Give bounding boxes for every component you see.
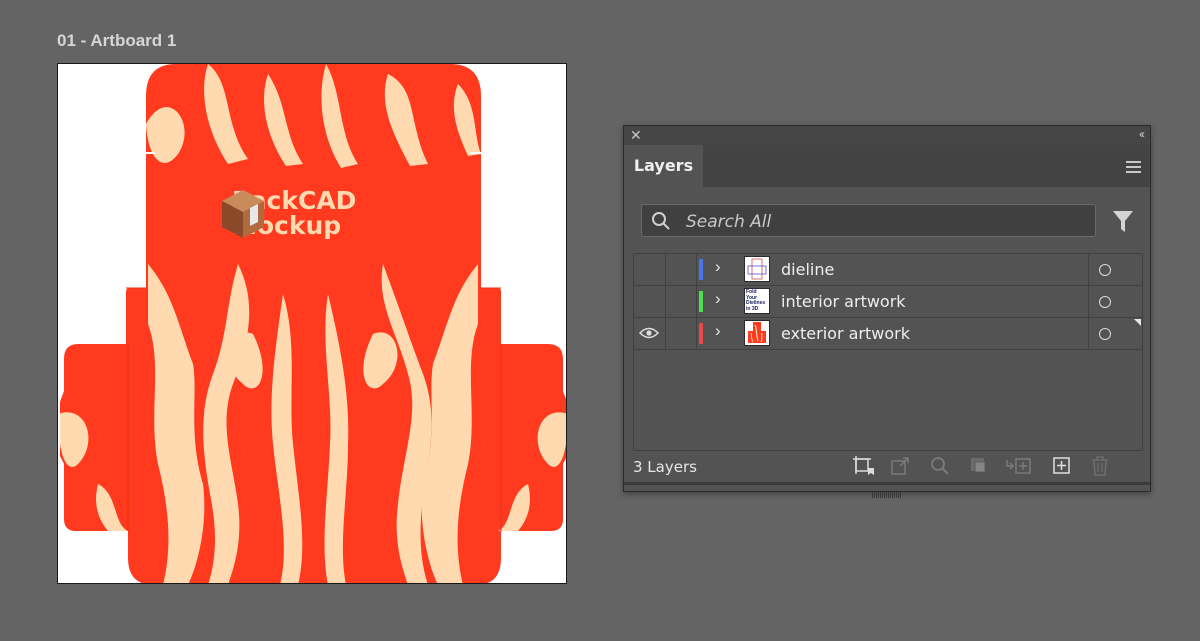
search-icon bbox=[652, 212, 670, 230]
panel-resize-grip[interactable] bbox=[872, 485, 902, 498]
collect-for-export-icon[interactable] bbox=[853, 456, 875, 476]
artboard-title: 01 - Artboard 1 bbox=[57, 31, 177, 50]
layer-color-indicator bbox=[699, 323, 703, 344]
layer-name[interactable]: exterior artwork bbox=[781, 324, 910, 343]
search-input[interactable] bbox=[684, 209, 1088, 235]
chevron-right-icon[interactable]: › bbox=[715, 257, 721, 277]
create-sublayer-icon[interactable] bbox=[1006, 456, 1032, 476]
interior-thumbnail: Fold Your Dielines in 3D bbox=[744, 288, 770, 314]
close-icon[interactable]: ✕ bbox=[630, 127, 642, 144]
chevron-right-icon[interactable]: › bbox=[715, 321, 721, 341]
exterior-thumbnail bbox=[744, 320, 770, 346]
layer-row-dieline[interactable]: › dieline bbox=[634, 254, 1142, 286]
packcad-logo: PackCAD Mockup bbox=[220, 188, 356, 238]
delete-icon[interactable] bbox=[1091, 456, 1109, 476]
interior-thumbnail-text: Fold Your Dielines in 3D bbox=[746, 289, 766, 312]
export-icon[interactable] bbox=[890, 456, 910, 476]
artboard[interactable]: PackCAD Mockup bbox=[57, 63, 567, 584]
layer-name[interactable]: dieline bbox=[781, 260, 834, 279]
eye-icon[interactable] bbox=[639, 327, 659, 339]
layer-name[interactable]: interior artwork bbox=[781, 292, 906, 311]
target-circle-icon[interactable] bbox=[1099, 264, 1111, 276]
visibility-toggle[interactable] bbox=[634, 254, 666, 285]
panel-title-bar[interactable]: ✕ ‹‹ bbox=[624, 126, 1150, 145]
layer-row-exterior-artwork[interactable]: › exterior artwork bbox=[634, 318, 1142, 350]
layer-color-indicator bbox=[699, 291, 703, 312]
target-circle-icon[interactable] bbox=[1099, 296, 1111, 308]
lock-toggle[interactable] bbox=[665, 254, 697, 285]
dieline-artwork bbox=[60, 64, 566, 583]
double-chevron-left-icon[interactable]: ‹‹ bbox=[1139, 127, 1145, 141]
locate-object-icon[interactable] bbox=[930, 456, 950, 476]
hamburger-menu-icon[interactable] bbox=[1126, 161, 1141, 176]
package-box-icon bbox=[222, 190, 264, 238]
layer-count: 3 Layers bbox=[633, 458, 697, 476]
make-clipping-mask-icon[interactable] bbox=[969, 456, 989, 476]
layer-color-indicator bbox=[699, 259, 703, 280]
target-circle-icon[interactable] bbox=[1099, 328, 1111, 340]
search-box bbox=[641, 204, 1096, 237]
visibility-toggle[interactable] bbox=[634, 286, 666, 317]
dieline-thumbnail bbox=[744, 256, 770, 282]
layers-list: › dieline › Fold Your Dielines in 3D int… bbox=[633, 253, 1143, 451]
lock-toggle[interactable] bbox=[665, 318, 697, 349]
new-layer-icon[interactable] bbox=[1052, 456, 1072, 476]
visibility-toggle[interactable] bbox=[634, 318, 666, 349]
layers-panel: ✕ ‹‹ Layers › diel bbox=[623, 125, 1151, 498]
layer-row-interior-artwork[interactable]: › Fold Your Dielines in 3D interior artw… bbox=[634, 286, 1142, 318]
chevron-right-icon[interactable]: › bbox=[715, 289, 721, 309]
selected-art-indicator bbox=[1134, 319, 1141, 326]
filter-funnel-icon[interactable] bbox=[1112, 210, 1134, 234]
panel-tab-strip: Layers bbox=[624, 145, 1150, 187]
lock-toggle[interactable] bbox=[665, 286, 697, 317]
tab-layers[interactable]: Layers bbox=[624, 145, 703, 187]
